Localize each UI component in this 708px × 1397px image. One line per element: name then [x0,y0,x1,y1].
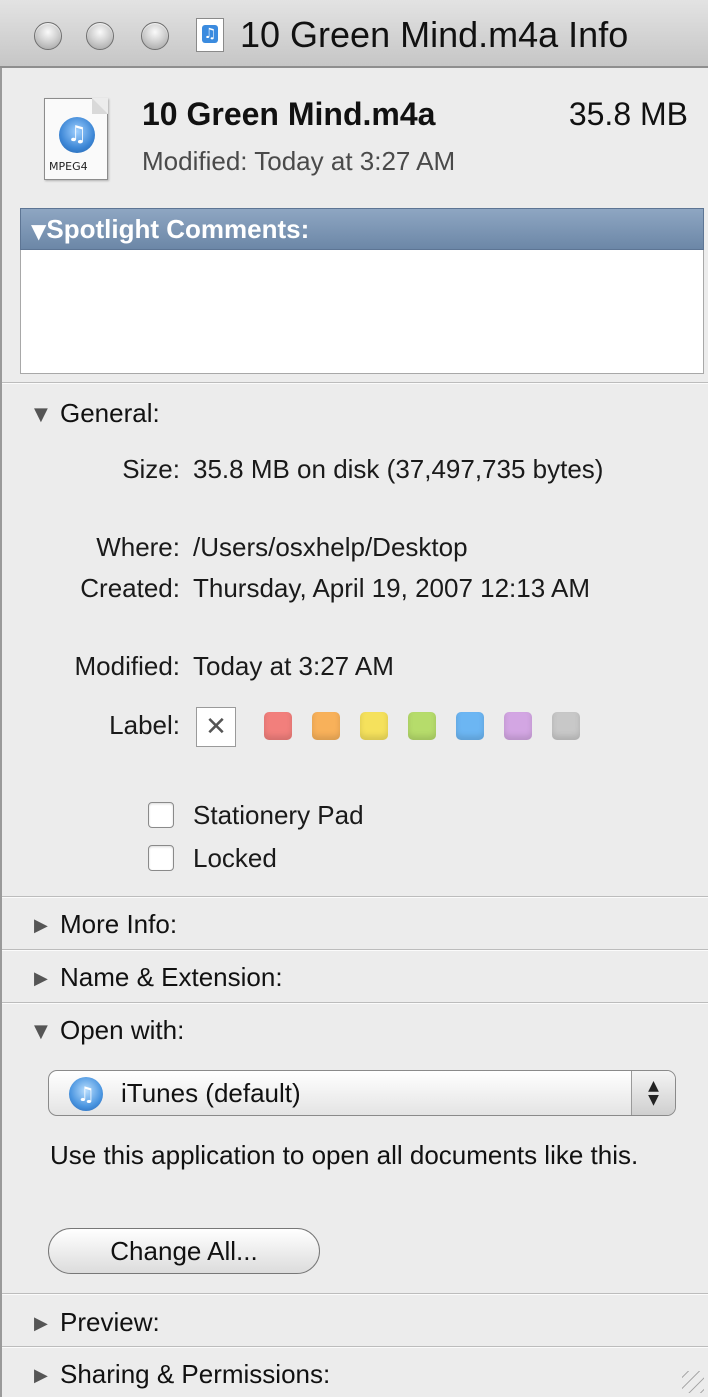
resize-grip-icon[interactable] [682,1371,704,1393]
disclosure-down-icon: ▼ [34,1021,48,1042]
section-more-info[interactable]: ▶ More Info: [34,909,177,940]
itunes-icon: ♫ [69,1077,103,1111]
spotlight-comments-label: Spotlight Comments: [46,214,310,244]
disclosure-right-icon: ▶ [34,915,48,936]
section-preview[interactable]: ▶ Preview: [34,1307,160,1338]
popup-arrows-icon: ▲ ▼ [631,1071,675,1115]
created-label: Created: [80,573,180,603]
file-name: 10 Green Mind.m4a [142,96,436,132]
stationery-pad-label: Stationery Pad [193,800,364,830]
open-with-popup[interactable]: ♫ iTunes (default) ▲ ▼ [48,1070,676,1116]
file-type-tag: MPEG4 [49,160,88,173]
label-color-swatch[interactable] [456,712,484,740]
section-open-with[interactable]: ▼ Open with: [34,1015,184,1046]
zoom-button[interactable] [141,22,169,50]
spotlight-comments-header[interactable]: ▼Spotlight Comments: [20,208,704,250]
label-color-swatch[interactable] [264,712,292,740]
label-color-swatch[interactable] [504,712,532,740]
change-all-button[interactable]: Change All... [48,1228,320,1274]
disclosure-down-icon: ▼ [31,219,47,243]
minimize-button[interactable] [86,22,114,50]
locked-label: Locked [193,843,277,873]
locked-checkbox[interactable] [148,845,174,871]
label-color-swatch[interactable] [360,712,388,740]
section-name-extension-label: Name & Extension: [60,962,283,992]
section-general[interactable]: ▼ General: [34,398,160,429]
size-value: 35.8 MB on disk (37,497,735 bytes) [193,454,604,484]
title-bar[interactable]: ♫ 10 Green Mind.m4a Info [0,0,708,68]
open-with-description: Use this application to open all documen… [50,1140,639,1170]
label-color-swatch[interactable] [552,712,580,740]
where-value: /Users/osxhelp/Desktop [193,532,468,562]
disclosure-right-icon: ▶ [34,968,48,989]
disclosure-down-icon: ▼ [34,404,48,425]
file-modified: Modified: Today at 3:27 AM [142,146,456,176]
window-title: 10 Green Mind.m4a Info [240,14,629,55]
document-proxy-icon[interactable]: ♫ [196,18,224,52]
created-value: Thursday, April 19, 2007 12:13 AM [193,573,590,603]
stationery-pad-checkbox[interactable] [148,802,174,828]
modified-value: Today at 3:27 AM [193,651,394,681]
section-more-info-label: More Info: [60,909,178,939]
section-preview-label: Preview: [60,1307,160,1337]
label-color-swatch[interactable] [408,712,436,740]
section-sharing-permissions-label: Sharing & Permissions: [60,1359,331,1389]
disclosure-right-icon: ▶ [34,1313,48,1334]
section-general-label: General: [60,398,160,428]
section-sharing-permissions[interactable]: ▶ Sharing & Permissions: [34,1359,330,1390]
label-none-button[interactable]: ✕ [196,707,236,747]
where-label: Where: [96,532,180,562]
label-label: Label: [109,710,180,740]
size-label: Size: [122,454,180,484]
file-icon: ♫ MPEG4 [44,98,108,180]
file-size: 35.8 MB [568,96,688,132]
section-open-with-label: Open with: [60,1015,185,1045]
music-note-icon: ♫ [202,25,218,43]
disclosure-right-icon: ▶ [34,1365,48,1386]
close-button[interactable] [34,22,62,50]
open-with-app: iTunes (default) [121,1078,301,1108]
modified-label: Modified: [74,651,181,681]
label-color-swatch[interactable] [312,712,340,740]
section-name-extension[interactable]: ▶ Name & Extension: [34,962,283,993]
itunes-note-icon: ♫ [59,117,95,153]
spotlight-comments-field[interactable] [20,250,704,374]
